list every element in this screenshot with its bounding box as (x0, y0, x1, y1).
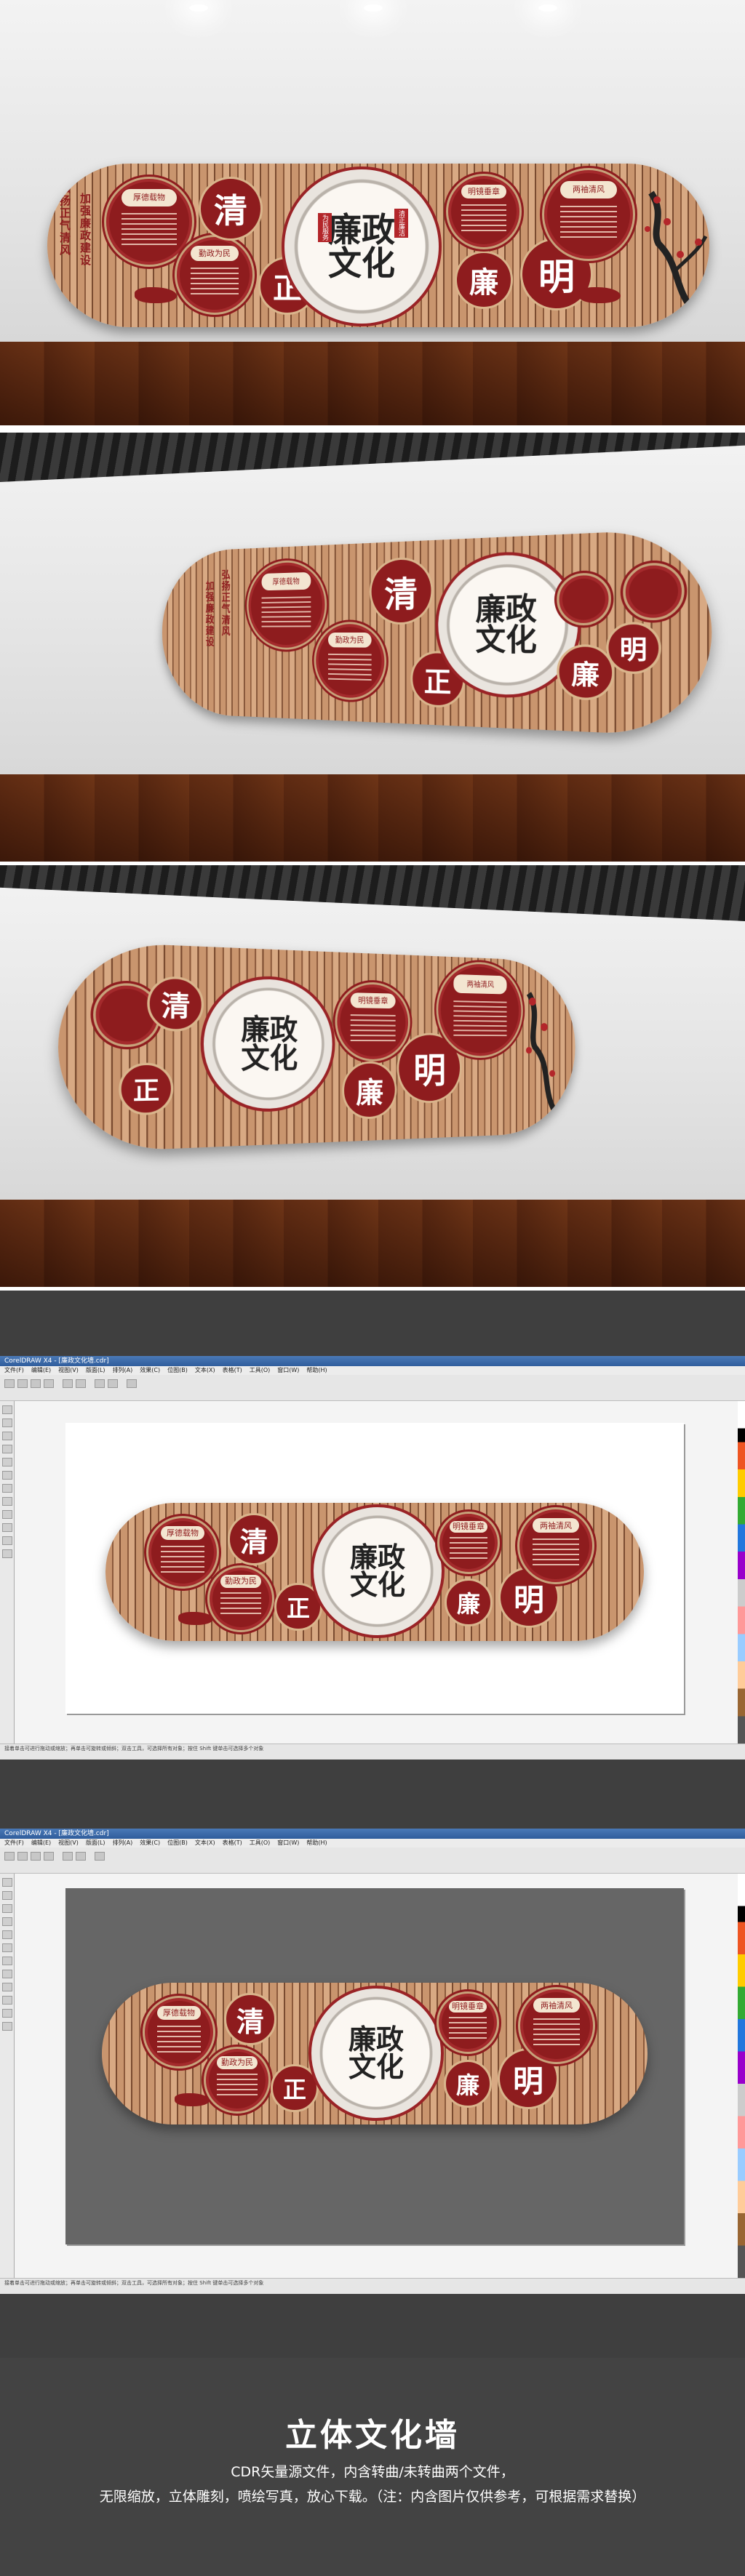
info-circle: 两袖清风 (437, 960, 523, 1058)
new-icon[interactable] (4, 1852, 15, 1861)
big-char: 清 (370, 556, 434, 625)
undo-icon[interactable] (63, 1379, 73, 1388)
center-medallion: 廉政文化 为民服务 清正廉洁 (282, 166, 442, 326)
big-char: 正 (119, 1063, 173, 1116)
info-circle (557, 572, 611, 625)
culture-wall-2: 弘扬正气清风 加强廉政建设 厚德载物 勤政为民 清 正 廉政文化 廉 明 (162, 528, 712, 738)
zoom-icon[interactable] (95, 1852, 105, 1861)
render-scene-3: 清 正 廉政文化 明镜垂章 廉 明 两袖清风 (0, 865, 745, 1287)
window-title: CorelDRAW X4 - [廉政文化墙.cdr] (0, 1356, 745, 1366)
plum-branch-icon (629, 185, 709, 316)
import-icon[interactable] (95, 1379, 105, 1388)
big-char: 清 (199, 177, 263, 241)
canvas[interactable]: 厚德载物 勤政为民 清 正 廉政文化 廉 明镜垂章 明 两袖清风 (15, 1874, 738, 2278)
render-scene-2: 弘扬正气清风 加强廉政建设 厚德载物 勤政为民 清 正 廉政文化 廉 明 (0, 433, 745, 862)
menu-item[interactable]: 帮助(H) (306, 1839, 327, 1846)
menu-item[interactable]: 文本(X) (195, 1367, 215, 1373)
menu-bar: 文件(F) 编辑(E) 视图(V) 版面(L) 排列(A) 效果(C) 位图(B) 文本(X)… (0, 1839, 745, 1847)
open-icon[interactable] (17, 1852, 28, 1861)
menu-item[interactable]: 文本(X) (195, 1839, 215, 1846)
big-char: 廉 (455, 251, 513, 309)
toolbox (0, 1874, 15, 2278)
footer-desc-line-1: CDR矢量源文件，内含转曲/未转曲两个文件， (0, 2461, 745, 2481)
info-circle (623, 562, 684, 620)
menu-item[interactable]: 工具(O) (250, 1839, 271, 1846)
menu-item[interactable]: 表格(T) (223, 1839, 242, 1846)
info-circle: 厚德载物 (247, 559, 327, 650)
menu-item[interactable]: 文件(F) (4, 1367, 24, 1373)
cdr-window-2: CorelDRAW X4 - [廉政文化墙.cdr] 文件(F) 编辑(E) 视图(… (0, 1829, 745, 2294)
menu-item[interactable]: 编辑(E) (31, 1367, 51, 1373)
print-icon[interactable] (44, 1379, 54, 1388)
menu-item[interactable]: 排列(A) (113, 1839, 133, 1846)
big-char: 明 (606, 622, 661, 674)
menu-item[interactable]: 视图(V) (58, 1367, 79, 1373)
menu-item[interactable]: 表格(T) (223, 1367, 242, 1373)
cdr-window-1: CorelDRAW X4 - [廉政文化墙.cdr] 文件(F) 编辑(E) 视图(… (0, 1356, 745, 1760)
menu-item[interactable]: 位图(B) (167, 1367, 188, 1373)
slogan-1: 弘扬正气清风 (57, 182, 73, 257)
menu-item[interactable]: 编辑(E) (31, 1839, 51, 1846)
culture-wall-1: 弘扬正气清风 加强廉政建设 厚德载物 勤政为民 清 正 廉政文化 为民服务 清正… (47, 164, 709, 327)
info-circle: 明镜垂章 (446, 174, 522, 249)
culture-wall-flat-2: 厚德载物 勤政为民 清 正 廉政文化 廉 明镜垂章 明 两袖清风 (102, 1983, 648, 2124)
menu-item[interactable]: 版面(L) (86, 1367, 105, 1373)
footer: 立体文化墙 CDR矢量源文件，内含转曲/未转曲两个文件， 无限缩放，立体雕刻，喷… (0, 2358, 745, 2576)
menu-item[interactable]: 视图(V) (58, 1839, 79, 1846)
export-icon[interactable] (108, 1379, 118, 1388)
big-char: 廉 (557, 644, 614, 701)
big-char: 廉 (342, 1062, 397, 1120)
info-circle: 两袖清风 (542, 168, 635, 261)
save-icon[interactable] (31, 1852, 41, 1861)
menu-item[interactable]: 文件(F) (4, 1839, 24, 1846)
center-medallion: 廉政文化 (201, 974, 335, 1113)
redo-icon[interactable] (76, 1379, 86, 1388)
plum-branch-icon (511, 987, 569, 1122)
canvas[interactable]: 厚德载物 勤政为民 清 正 廉政文化 廉 明镜垂章 明 两袖清风 (15, 1401, 738, 1744)
print-icon[interactable] (44, 1852, 54, 1861)
menu-item[interactable]: 工具(O) (250, 1367, 271, 1373)
big-char: 清 (147, 976, 204, 1032)
status-bar: 接着单击可进行拖动或缩放；再单击可旋转或倾斜；双击工具，可选择所有对象；按住 S… (0, 2278, 745, 2294)
toolbox (0, 1401, 15, 1744)
menu-item[interactable]: 位图(B) (167, 1839, 188, 1846)
menu-item[interactable]: 窗口(W) (277, 1367, 299, 1373)
new-icon[interactable] (4, 1379, 15, 1388)
menu-item[interactable]: 窗口(W) (277, 1839, 299, 1846)
slogan-2: 加强廉政建设 (204, 580, 215, 648)
status-bar: 接着单击可进行拖动或缩放；再单击可旋转或倾斜；双击工具，可选择所有对象；按住 S… (0, 1744, 745, 1760)
footer-heading: 立体文化墙 (0, 2409, 745, 2455)
footer-desc-line-2: 无限缩放，立体雕刻，喷绘写真，放心下载。（注：内含图片仅供参考，可根据需求替换） (0, 2486, 745, 2505)
toolbar (0, 1847, 745, 1874)
open-icon[interactable] (17, 1379, 28, 1388)
info-circle: 明镜垂章 (335, 982, 410, 1062)
info-circle: 勤政为民 (175, 235, 255, 315)
menu-bar: 文件(F) 编辑(E) 视图(V) 版面(L) 排列(A) 效果(C) 位图(B) 文本(X)… (0, 1366, 745, 1375)
culture-wall-flat-1: 厚德载物 勤政为民 清 正 廉政文化 廉 明镜垂章 明 两袖清风 (105, 1503, 644, 1641)
save-icon[interactable] (31, 1379, 41, 1388)
window-title: CorelDRAW X4 - [廉政文化墙.cdr] (0, 1829, 745, 1839)
page: 弘扬正气清风 加强廉政建设 厚德载物 勤政为民 清 正 廉政文化 为民服务 清正… (0, 0, 745, 2576)
color-palette[interactable] (738, 1401, 745, 1744)
redo-icon[interactable] (76, 1852, 86, 1861)
menu-item[interactable]: 帮助(H) (306, 1367, 327, 1373)
toolbar (0, 1375, 745, 1401)
slogan-2: 加强廉政建设 (78, 193, 93, 267)
zoom-icon[interactable] (127, 1379, 137, 1388)
info-circle: 勤政为民 (314, 622, 386, 701)
undo-icon[interactable] (63, 1852, 73, 1861)
color-palette[interactable] (738, 1874, 745, 2278)
menu-item[interactable]: 效果(C) (140, 1367, 160, 1373)
render-scene-1: 弘扬正气清风 加强廉政建设 厚德载物 勤政为民 清 正 廉政文化 为民服务 清正… (0, 0, 745, 425)
culture-wall-3: 清 正 廉政文化 明镜垂章 廉 明 两袖清风 (58, 941, 575, 1154)
menu-item[interactable]: 效果(C) (140, 1839, 160, 1846)
menu-item[interactable]: 排列(A) (113, 1367, 133, 1373)
menu-item[interactable]: 版面(L) (86, 1839, 105, 1846)
slogan-1: 弘扬正气清风 (220, 569, 232, 637)
